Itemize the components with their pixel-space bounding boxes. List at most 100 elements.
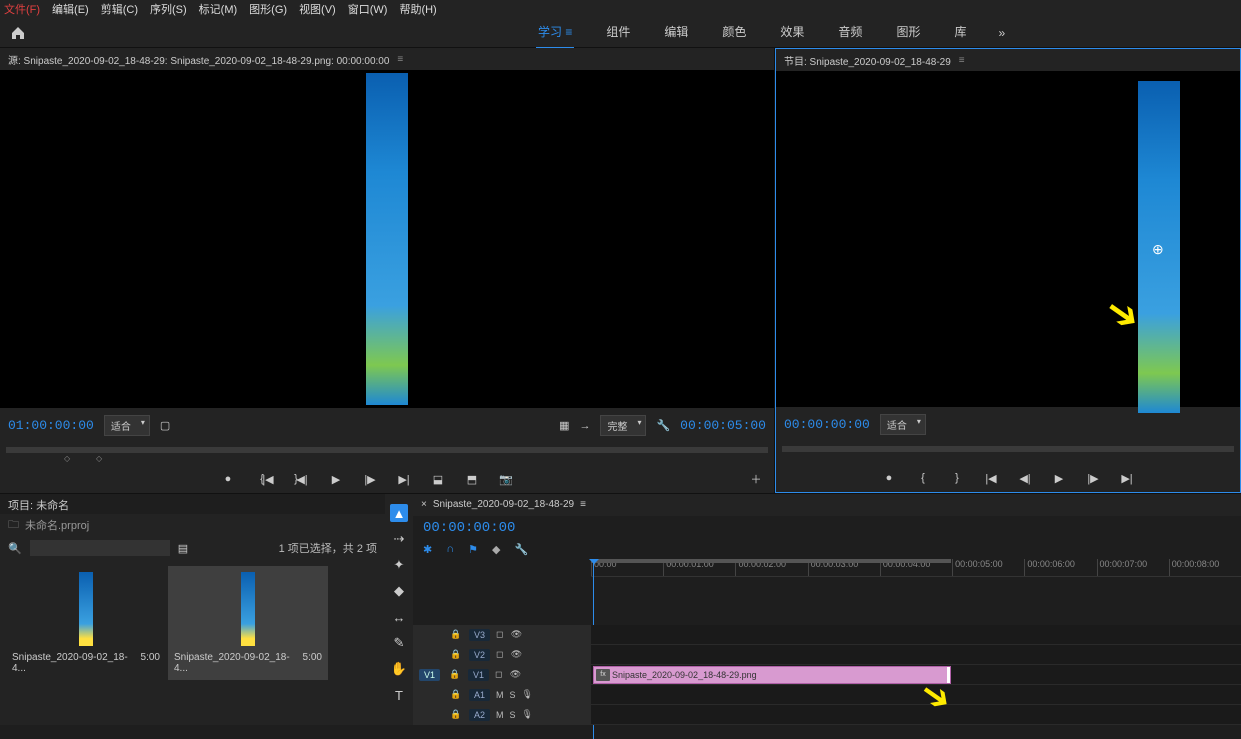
lock-icon[interactable]: 🔒 [449,629,463,640]
wrench-icon[interactable]: 🔧 [656,419,670,432]
menu-marker[interactable]: 标记(M) [199,1,238,17]
ws-tab-editing[interactable]: 编辑 [662,16,690,49]
timeline-clip[interactable]: Snipaste_2020-09-02_18-48-29.png [593,666,951,684]
selection-tool-icon[interactable]: ▲ [390,504,408,522]
razor-tool-icon[interactable]: ◆ [390,582,408,600]
project-search-input[interactable] [30,540,170,556]
source-panel-tab[interactable]: 源: Snipaste_2020-09-02_18-48-29: Snipast… [0,48,774,70]
lock-icon[interactable]: 🔒 [448,669,462,680]
anchor-point-icon[interactable]: ⊕ [1152,241,1164,258]
voice-icon[interactable]: 🎙 [522,689,533,700]
ws-tab-color[interactable]: 颜色 [720,16,748,49]
ws-tab-assembly[interactable]: 组件 [604,16,632,49]
go-in-icon[interactable]: |◀ [983,470,999,486]
panel-menu-icon[interactable]: ≡ [397,54,403,65]
timeline-timecode[interactable]: 00:00:00:00 [413,516,1241,540]
type-tool-icon[interactable]: T [390,686,408,704]
menu-file[interactable]: 文件(F) [4,1,40,17]
menu-sequence[interactable]: 序列(S) [150,1,187,17]
add-marker-tl-icon[interactable]: ⚑ [468,543,478,556]
overwrite-icon[interactable]: ⬒ [464,471,480,487]
hand-tool-icon[interactable]: ✋ [390,660,408,678]
ws-tab-library[interactable]: 库 [952,16,968,49]
track-a2[interactable]: 🔒A2MS🎙 [413,705,1241,725]
ws-tab-audio[interactable]: 音频 [836,16,864,49]
safe-margins-icon[interactable]: ▢ [160,419,170,432]
pen-tool-icon[interactable]: ✎ [390,634,408,652]
ws-tab-learning[interactable]: 学习 ≡ [536,16,574,49]
menu-edit[interactable]: 编辑(E) [52,1,89,17]
project-breadcrumb[interactable]: 🗀 未命名.prproj [0,514,385,536]
ripple-edit-tool-icon[interactable]: ✦ [390,556,408,574]
close-tab-icon[interactable]: × [421,499,427,510]
mute-icon[interactable]: ◻ [495,669,502,680]
linked-selection-icon[interactable]: ∩ [446,543,454,555]
track-a1[interactable]: 🔒A1MS🎙 [413,685,1241,705]
program-scrubber[interactable] [776,442,1240,464]
add-marker-icon[interactable]: ● [220,471,236,487]
solo-s-icon[interactable]: S [510,710,516,720]
lock-icon[interactable]: 🔒 [449,649,463,660]
bin-item[interactable]: Snipaste_2020-09-02_18-4...5:00 [168,566,328,680]
program-viewer[interactable]: ⊕ ➔ [776,71,1240,407]
ws-more-button[interactable]: » [998,26,1005,40]
play-icon[interactable]: ▶ [328,471,344,487]
step-back-icon[interactable]: ◀| [1017,470,1033,486]
source-in-timecode[interactable]: 01:00:00:00 [8,418,94,433]
panel-menu-icon[interactable]: ≡ [959,55,965,66]
source-viewer[interactable] [0,70,774,408]
track-v3[interactable]: 🔒V3◻👁 [413,625,1241,645]
timeline-ruler[interactable]: 00:00 00:00:01:00 00:00:02:00 00:00:03:0… [591,559,1241,577]
source-patch[interactable]: V1 [419,669,440,681]
snap-icon[interactable]: ✱ [423,543,432,556]
mute-icon[interactable]: ◻ [496,649,503,660]
program-panel-tab[interactable]: 节目: Snipaste_2020-09-02_18-48-29 ≡ [776,49,1240,71]
lock-icon[interactable]: 🔒 [449,709,463,720]
track-select-tool-icon[interactable]: ⇢ [390,530,408,548]
play-icon[interactable]: ▶ [1051,470,1067,486]
mark-in-icon[interactable]: { [254,471,270,487]
menu-view[interactable]: 视图(V) [299,1,336,17]
settings-icon[interactable]: ◆ [492,543,500,556]
menu-help[interactable]: 帮助(H) [399,1,436,17]
slip-tool-icon[interactable]: ↔ [390,608,408,626]
eye-icon[interactable]: 👁 [509,669,523,680]
go-out-icon[interactable]: ▶| [1119,470,1135,486]
list-view-icon[interactable]: ▤ [178,542,188,555]
menu-graphics[interactable]: 图形(G) [249,1,287,17]
wrench-icon[interactable]: 🔧 [514,543,528,556]
source-zoom-dropdown[interactable]: 适合 [104,415,150,436]
export-frame-icon[interactable]: 📷 [498,471,514,487]
step-forward-icon[interactable]: |▶ [362,471,378,487]
mute-m-icon[interactable]: M [496,690,504,700]
mark-out-icon[interactable]: } [288,471,304,487]
menu-clip[interactable]: 剪辑(C) [101,1,138,17]
bin-item[interactable]: Snipaste_2020-09-02_18-4...5:00 [6,566,166,680]
timeline-panel-tab[interactable]: × Snipaste_2020-09-02_18-48-29 ≡ [413,494,1241,516]
lock-icon[interactable]: 🔒 [449,689,463,700]
aspect-icon[interactable]: ▦ [559,419,569,432]
eye-icon[interactable]: 👁 [510,649,524,660]
step-forward-icon[interactable]: |▶ [1085,470,1101,486]
program-timecode[interactable]: 00:00:00:00 [784,417,870,432]
ws-tab-graphics[interactable]: 图形 [894,16,922,49]
aspect-arrow-icon[interactable]: → [579,420,590,432]
mute-m-icon[interactable]: M [496,710,504,720]
eye-icon[interactable]: 👁 [510,629,524,640]
solo-s-icon[interactable]: S [510,690,516,700]
menu-window[interactable]: 窗口(W) [348,1,388,17]
source-quality-dropdown[interactable]: 完整 [600,415,646,436]
button-editor-icon[interactable]: ＋ [748,471,764,487]
home-button[interactable] [0,18,36,48]
project-panel-tab[interactable]: 项目: 未命名 [0,494,385,514]
work-area-bar[interactable] [591,559,951,563]
ws-tab-effects[interactable]: 效果 [778,16,806,49]
source-scrubber[interactable]: ◇ ◇ [0,443,774,465]
add-marker-icon[interactable]: ● [881,470,897,486]
insert-icon[interactable]: ⬓ [430,471,446,487]
panel-menu-icon[interactable]: ≡ [580,499,586,510]
track-v2[interactable]: 🔒V2◻👁 [413,645,1241,665]
go-out-icon[interactable]: ▶| [396,471,412,487]
voice-icon[interactable]: 🎙 [522,709,533,720]
mark-in-icon[interactable]: { [915,470,931,486]
